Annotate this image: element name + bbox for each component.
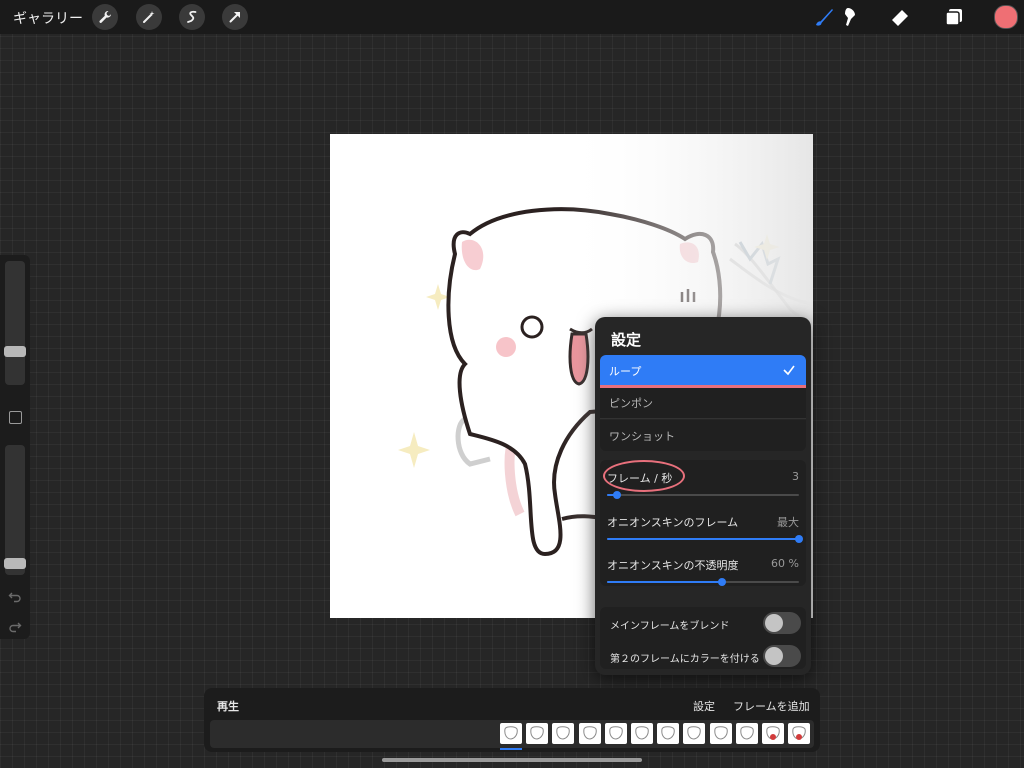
brush-size-slider[interactable]: [4, 261, 26, 385]
color-secondary-toggle[interactable]: [763, 645, 801, 667]
onion-opacity-label: オニオンスキンの不透明度: [607, 559, 739, 572]
frame-thumbnail[interactable]: [526, 723, 549, 744]
frame-thumbnail[interactable]: [500, 723, 522, 744]
blend-main-toggle[interactable]: [763, 612, 801, 634]
frame-thumbnail[interactable]: [788, 723, 811, 744]
frame-thumbnail[interactable]: [552, 723, 575, 744]
layers-icon[interactable]: [940, 4, 968, 30]
fps-slider-knob[interactable]: [612, 491, 621, 499]
play-button[interactable]: 再生: [217, 698, 239, 714]
mode-oneshot-label: ワンショット: [609, 429, 675, 443]
onion-opacity-value: 60 %: [771, 557, 799, 570]
animation-timeline: 再生 設定 フレームを追加: [204, 688, 820, 752]
magic-wand-icon[interactable]: [136, 4, 162, 30]
home-indicator: [382, 758, 642, 762]
opacity-knob[interactable]: [4, 558, 26, 570]
move-arrow-icon[interactable]: [222, 4, 248, 30]
frame-thumbnail[interactable]: [657, 723, 680, 744]
mode-loop[interactable]: ループ: [600, 355, 806, 388]
onion-opacity-slider[interactable]: [607, 578, 799, 586]
frame-thumbnail[interactable]: [709, 723, 732, 744]
modify-button[interactable]: [9, 411, 22, 424]
onion-frames-label: オニオンスキンのフレーム: [607, 516, 739, 529]
brush-icon[interactable]: [810, 4, 838, 30]
settings-title: 設定: [611, 331, 642, 349]
selection-icon[interactable]: [179, 4, 205, 30]
mode-pingpong-label: ピンポン: [609, 397, 653, 410]
playback-mode-group: ループ ピンポン ワンショット: [600, 355, 806, 451]
redo-icon[interactable]: [8, 619, 22, 633]
onion-frames-slider-knob[interactable]: [795, 535, 803, 543]
frame-thumbnail[interactable]: [735, 723, 758, 744]
timeline-settings-button[interactable]: 設定: [693, 698, 715, 714]
frame-thumbnail[interactable]: [631, 723, 653, 744]
onion-frames-value: 最大: [777, 516, 799, 529]
blend-main-label: メインフレームをブレンド: [610, 621, 730, 632]
opacity-slider[interactable]: [4, 445, 26, 575]
left-sidebar: [0, 255, 30, 639]
top-toolbar: ギャラリー: [0, 0, 1024, 34]
add-frame-button[interactable]: フレームを追加: [733, 698, 810, 714]
gallery-button[interactable]: ギャラリー: [13, 8, 83, 28]
frame-thumbnail[interactable]: [762, 723, 784, 744]
animation-settings-panel: 設定 ループ ピンポン ワンショット フレーム / 秒 3 オニオンスキンのフレ…: [595, 317, 811, 675]
onion-frames-slider[interactable]: [607, 535, 803, 543]
smudge-icon[interactable]: [836, 4, 864, 30]
mode-pingpong[interactable]: ピンポン: [600, 388, 806, 419]
wrench-icon[interactable]: [92, 4, 118, 30]
frame-thumbnail[interactable]: [604, 723, 627, 744]
frame-thumbnail[interactable]: [683, 723, 706, 744]
check-icon: [783, 365, 795, 376]
color-secondary-label: 第２のフレームにカラーを付ける: [610, 654, 760, 665]
color-picker-button[interactable]: [994, 5, 1018, 29]
frames-strip: [210, 720, 814, 748]
undo-icon[interactable]: [8, 589, 22, 603]
mode-loop-label: ループ: [609, 364, 642, 378]
brush-size-knob[interactable]: [4, 345, 26, 357]
fps-value: 3: [792, 470, 799, 483]
highlight-circle: [603, 460, 685, 492]
selected-frame-indicator: [500, 748, 522, 750]
mode-oneshot[interactable]: ワンショット: [600, 420, 806, 451]
frame-thumbnail[interactable]: [578, 723, 601, 744]
fps-slider[interactable]: [607, 491, 799, 499]
eraser-icon[interactable]: [886, 4, 914, 30]
